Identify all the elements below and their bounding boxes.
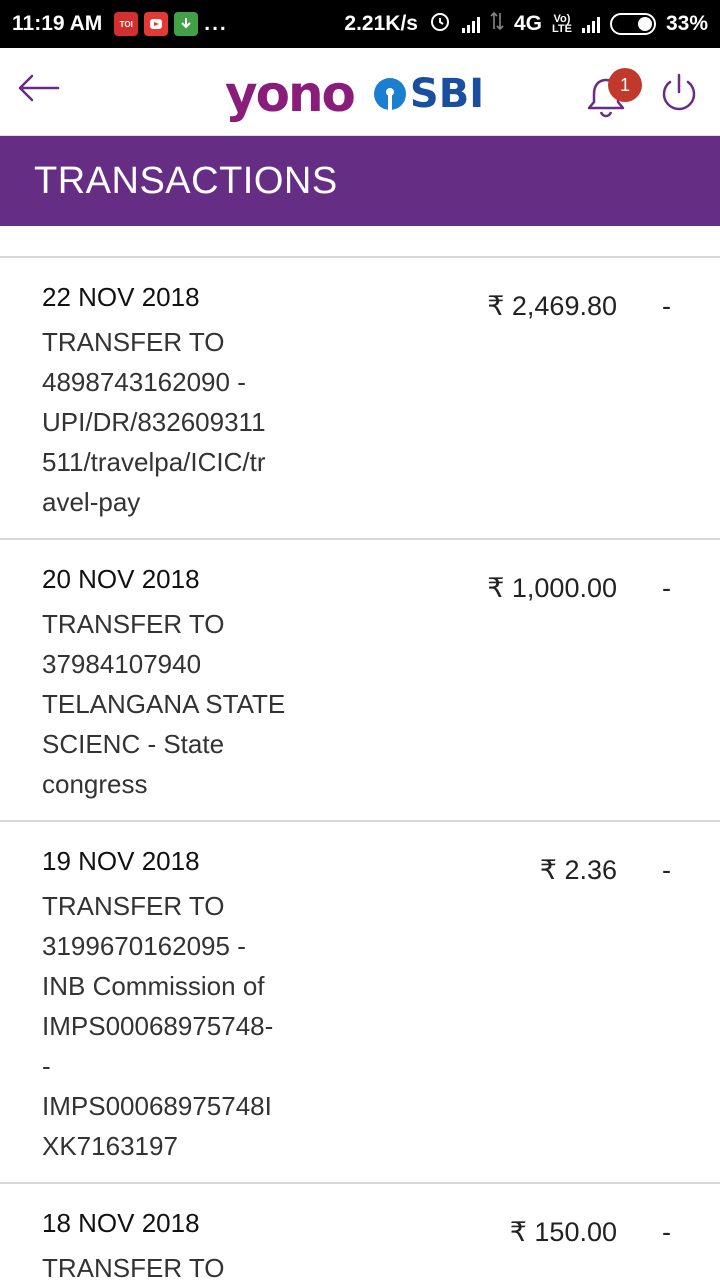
description-line: TELANGANA STATE <box>42 689 286 719</box>
description-line: TRANSFER TO <box>42 1253 225 1280</box>
transaction-row[interactable]: 18 NOV 2018 TRANSFER TO ₹ 150.00 - <box>0 1182 720 1280</box>
transaction-date: 19 NOV 2018 <box>42 846 200 876</box>
description-line: - <box>42 1051 51 1081</box>
description-line: TRANSFER TO <box>42 327 225 357</box>
notification-badge: 1 <box>608 68 642 102</box>
description-line: 3199670162095 - <box>42 931 246 961</box>
transaction-description: TRANSFER TO 3199670162095 - INB Commissi… <box>42 886 302 1166</box>
transaction-credit: - <box>662 573 671 603</box>
battery-percent: 33% <box>665 12 708 35</box>
lte-label: LTE <box>552 23 572 35</box>
description-line: UPI/DR/832609311 <box>42 407 266 437</box>
description-line: SCIENC - State <box>42 729 225 759</box>
download-notification-icon <box>174 12 199 36</box>
transaction-amount: ₹ 2,469.80 <box>487 291 617 321</box>
transaction-description: TRANSFER TO 4898743162090 - UPI/DR/83260… <box>42 322 302 522</box>
description-line: 4898743162090 - <box>42 367 246 397</box>
description-line: XK7163197 <box>42 1131 178 1161</box>
transaction-date: 20 NOV 2018 <box>42 564 200 594</box>
description-line: INB Commission of <box>42 971 265 1001</box>
description-line: 511/travelpa/ICIC/tr <box>42 447 266 477</box>
description-line: TRANSFER TO <box>42 891 225 921</box>
description-line: 37984107940 <box>42 649 202 679</box>
network-type: 4G <box>513 12 542 35</box>
transaction-date: 18 NOV 2018 <box>42 1208 200 1238</box>
transaction-row[interactable]: 22 NOV 2018 TRANSFER TO 4898743162090 - … <box>0 256 720 538</box>
transaction-description: TRANSFER TO 37984107940 TELANGANA STATE … <box>42 604 302 804</box>
back-arrow-icon[interactable] <box>16 72 64 112</box>
transaction-list[interactable]: 22 NOV 2018 TRANSFER TO 4898743162090 - … <box>0 256 720 1280</box>
description-line: avel-pay <box>42 487 141 517</box>
more-notifications-icon: ... <box>204 12 228 35</box>
transaction-row[interactable]: 20 NOV 2018 TRANSFER TO 37984107940 TELA… <box>0 538 720 820</box>
transaction-description: TRANSFER TO <box>42 1248 302 1280</box>
transaction-credit: - <box>662 291 671 321</box>
sbi-logo-icon <box>373 78 406 110</box>
toi-notification-icon: TOI <box>114 12 139 36</box>
status-time: 11:19 AM <box>12 12 103 35</box>
transaction-credit: - <box>662 855 671 885</box>
app-notification-icon <box>144 12 169 36</box>
description-line: IMPS00068975748I <box>42 1091 272 1121</box>
transaction-amount: ₹ 150.00 <box>509 1217 617 1247</box>
description-line: congress <box>42 769 148 799</box>
transaction-amount: ₹ 1,000.00 <box>487 573 617 603</box>
transaction-row[interactable]: 19 NOV 2018 TRANSFER TO 3199670162095 - … <box>0 820 720 1182</box>
logout-power-icon[interactable] <box>658 72 700 114</box>
signal-icon-sim2 <box>581 15 600 33</box>
battery-icon <box>609 13 656 35</box>
yono-sbi-logo: yono SBI <box>225 66 484 122</box>
transaction-amount: ₹ 2.36 <box>539 855 617 885</box>
description-line: TRANSFER TO <box>42 609 225 639</box>
logo-yono-text: yono <box>225 65 356 123</box>
data-arrows-icon <box>490 11 504 37</box>
volte-icon: Vo) LTE <box>552 14 572 35</box>
alarm-icon <box>428 9 452 39</box>
page-title-band: TRANSACTIONS <box>0 136 720 226</box>
page-title: TRANSACTIONS <box>34 159 338 202</box>
description-line: IMPS00068975748- <box>42 1011 274 1041</box>
status-bar: 11:19 AM TOI ... 2.21K/s 4G Vo) LTE 33% <box>0 0 720 48</box>
network-speed: 2.21K/s <box>344 12 418 35</box>
signal-icon-sim1 <box>461 15 480 33</box>
logo-sbi-text: SBI <box>409 71 485 117</box>
transaction-credit: - <box>662 1217 671 1247</box>
transaction-date: 22 NOV 2018 <box>42 282 200 312</box>
